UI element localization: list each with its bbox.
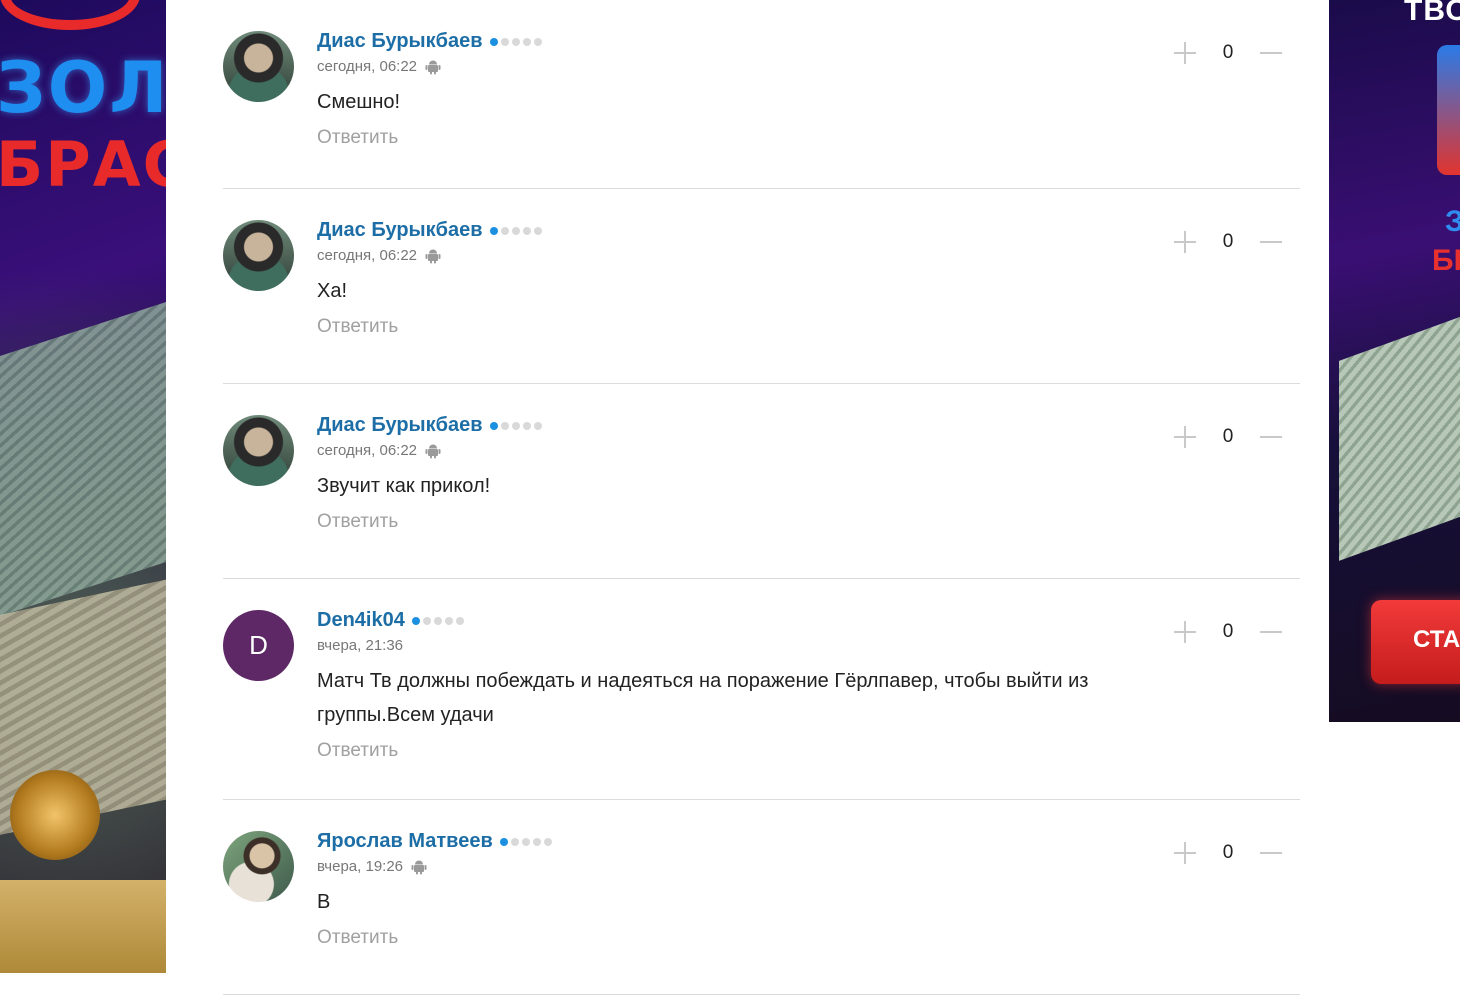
comment-body: Диас Бурыкбаев сегодня, 06:22 Звучит как… <box>317 414 1300 533</box>
comment-time: вчера, 21:36 <box>317 637 404 654</box>
comment-meta: сегодня, 06:22 <box>317 247 1300 264</box>
comment-item: Диас Бурыкбаев сегодня, 06:22 Ха! Ответи… <box>223 189 1300 384</box>
comment-body: Диас Бурыкбаев сегодня, 06:22 Ха! Ответи… <box>317 219 1300 338</box>
comment-header: Диас Бурыкбаев <box>317 30 1300 53</box>
vote-controls: 0 <box>1172 840 1284 866</box>
vote-controls: 0 <box>1172 229 1284 255</box>
comment-item: D Den4ik04 вчера, 21:36 Матч Тв должны п… <box>223 579 1300 800</box>
ad-headline: ЗОЛ БРАС <box>0 48 166 202</box>
user-level-indicator <box>489 226 542 235</box>
comment-header: Диас Бурыкбаев <box>317 219 1300 242</box>
user-avatar[interactable] <box>223 31 294 102</box>
reply-link[interactable]: Ответить <box>317 927 398 949</box>
comment-text: Смешно! <box>317 91 401 113</box>
ad-cash-image <box>1339 299 1460 561</box>
author-name[interactable]: Диас Бурыкбаев <box>317 414 483 437</box>
ad-cash-image <box>0 297 166 623</box>
vote-count: 0 <box>1222 231 1234 252</box>
vote-controls: 0 <box>1172 619 1284 645</box>
comment-body: Ярослав Матвеев вчера, 19:26 В Ответить <box>317 830 1300 949</box>
upvote-icon[interactable] <box>1172 840 1198 866</box>
ad-cta-button[interactable]: СТА <box>1371 600 1460 684</box>
comment-header: Den4ik04 <box>317 609 1300 632</box>
ad-coin-image <box>10 770 100 860</box>
user-level-indicator <box>489 421 542 430</box>
comments-list: Диас Бурыкбаев сегодня, 06:22 Смешно! От… <box>223 0 1300 995</box>
comment-time: вчера, 19:26 <box>317 858 404 875</box>
reply-link[interactable]: Ответить <box>317 127 398 149</box>
right-ad-banner[interactable]: ТВО З БІ СТА <box>1329 0 1460 722</box>
vote-count: 0 <box>1222 621 1234 642</box>
comment-item: Диас Бурыкбаев сегодня, 06:22 Смешно! От… <box>223 0 1300 189</box>
comment-text: Звучит как прикол! <box>317 475 491 497</box>
author-name[interactable]: Den4ik04 <box>317 609 405 632</box>
vote-controls: 0 <box>1172 40 1284 66</box>
ad-cash-image <box>0 880 166 973</box>
ad-headline-line1: ЗОЛ <box>0 47 166 129</box>
user-level-indicator <box>411 616 464 625</box>
vote-count: 0 <box>1222 42 1234 63</box>
ad-cta-label: СТА <box>1413 626 1460 653</box>
author-name[interactable]: Ярослав Матвеев <box>317 830 493 853</box>
comment-body: Диас Бурыкбаев сегодня, 06:22 Смешно! От… <box>317 30 1300 149</box>
reply-link[interactable]: Ответить <box>317 316 398 338</box>
left-ad-banner[interactable]: ЗОЛ БРАС <box>0 0 166 973</box>
upvote-icon[interactable] <box>1172 424 1198 450</box>
comment-text: Матч Тв должны побеждать и надеяться на … <box>317 670 1089 726</box>
reply-link[interactable]: Ответить <box>317 511 398 533</box>
ad-graphic <box>1437 45 1460 175</box>
vote-count: 0 <box>1222 842 1234 863</box>
ad-headline-line2: БРАС <box>0 128 166 201</box>
android-icon <box>425 60 441 74</box>
comment-meta: вчера, 21:36 <box>317 637 1300 654</box>
comment-body: Den4ik04 вчера, 21:36 Матч Тв должны поб… <box>317 609 1300 762</box>
android-icon <box>411 860 427 874</box>
comment-text: В <box>317 891 331 913</box>
user-level-indicator <box>489 37 542 46</box>
downvote-icon[interactable] <box>1258 40 1284 66</box>
upvote-icon[interactable] <box>1172 229 1198 255</box>
avatar-letter: D <box>249 630 268 660</box>
comment-header: Диас Бурыкбаев <box>317 414 1300 437</box>
downvote-icon[interactable] <box>1258 229 1284 255</box>
comment-item: Ярослав Матвеев вчера, 19:26 В Ответить … <box>223 800 1300 995</box>
reply-link[interactable]: Ответить <box>317 740 398 762</box>
comment-meta: сегодня, 06:22 <box>317 58 1300 75</box>
vote-count: 0 <box>1222 426 1234 447</box>
ad-brand: ТВО <box>1404 0 1460 27</box>
comment-text: Ха! <box>317 280 348 302</box>
comment-time: сегодня, 06:22 <box>317 442 418 459</box>
user-avatar[interactable] <box>223 831 294 902</box>
comment-time: сегодня, 06:22 <box>317 247 418 264</box>
android-icon <box>425 444 441 458</box>
android-icon <box>425 249 441 263</box>
upvote-icon[interactable] <box>1172 40 1198 66</box>
user-avatar[interactable]: D <box>223 610 294 681</box>
author-name[interactable]: Диас Бурыкбаев <box>317 219 483 242</box>
user-avatar[interactable] <box>223 415 294 486</box>
downvote-icon[interactable] <box>1258 840 1284 866</box>
comment-meta: сегодня, 06:22 <box>317 442 1300 459</box>
comment-time: сегодня, 06:22 <box>317 58 418 75</box>
ad-decoration <box>0 0 140 30</box>
comment-header: Ярослав Матвеев <box>317 830 1300 853</box>
author-name[interactable]: Диас Бурыкбаев <box>317 30 483 53</box>
user-level-indicator <box>499 837 552 846</box>
user-avatar[interactable] <box>223 220 294 291</box>
ad-line1: З <box>1445 205 1460 238</box>
upvote-icon[interactable] <box>1172 619 1198 645</box>
ad-line2: БІ <box>1432 244 1460 277</box>
vote-controls: 0 <box>1172 424 1284 450</box>
downvote-icon[interactable] <box>1258 619 1284 645</box>
comment-item: Диас Бурыкбаев сегодня, 06:22 Звучит как… <box>223 384 1300 579</box>
downvote-icon[interactable] <box>1258 424 1284 450</box>
comment-meta: вчера, 19:26 <box>317 858 1300 875</box>
